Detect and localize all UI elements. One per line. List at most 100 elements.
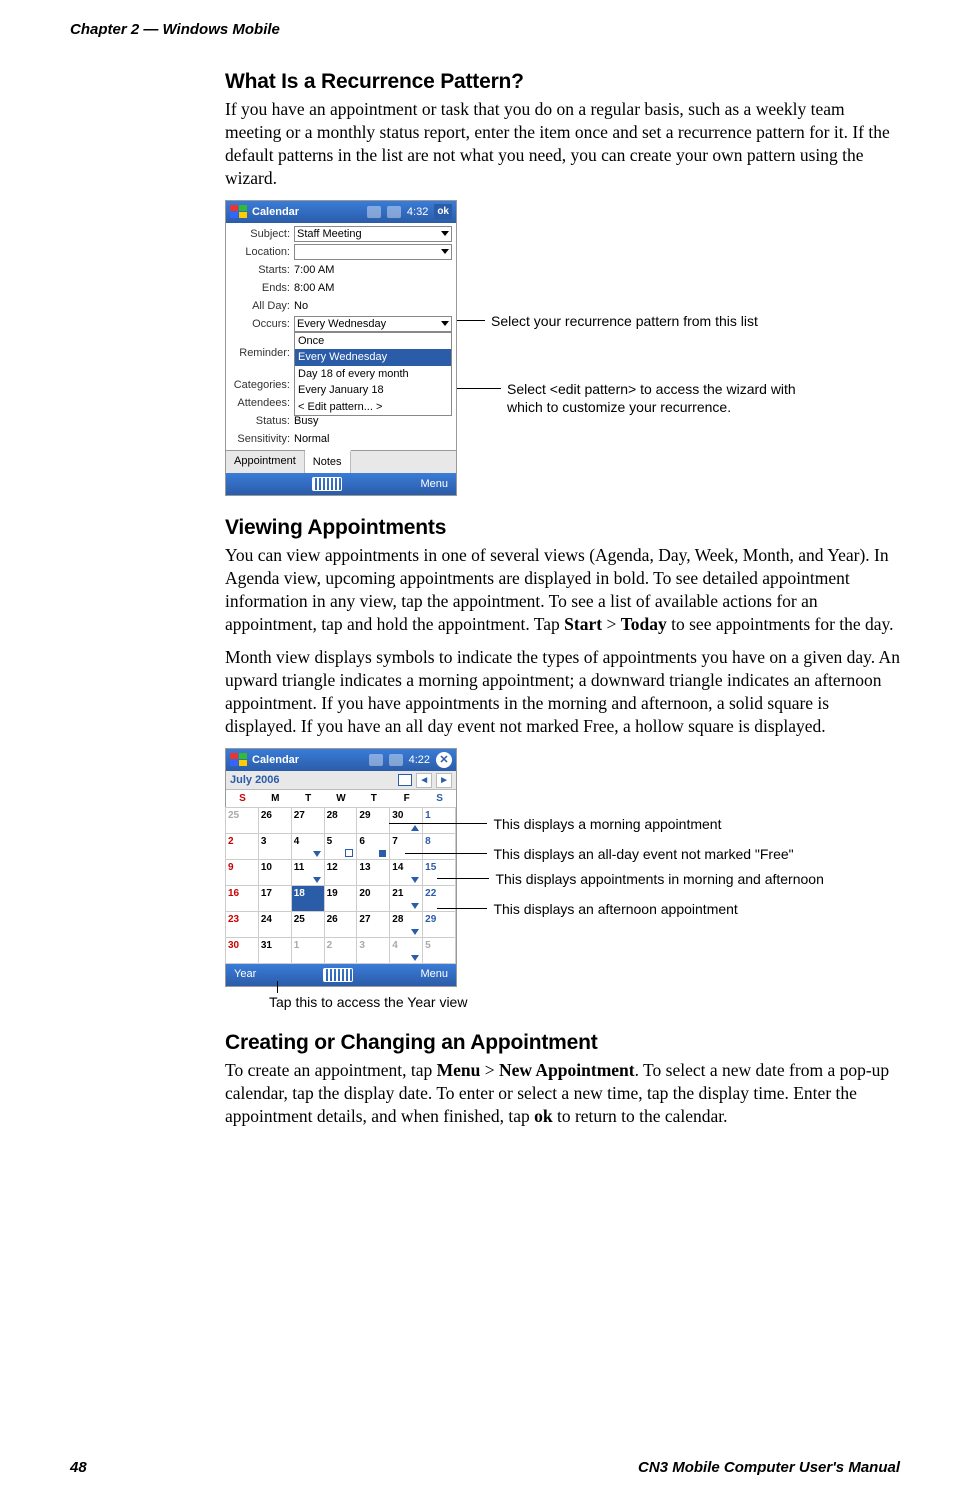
tab-appointment[interactable]: Appointment xyxy=(226,451,305,473)
day-cell[interactable]: 23 xyxy=(225,911,259,938)
signal-icon xyxy=(367,206,381,218)
day-cell[interactable]: 25 xyxy=(291,911,325,938)
field-allday[interactable]: No xyxy=(294,299,452,314)
year-softkey[interactable]: Year xyxy=(234,967,256,982)
day-cell[interactable]: 7 xyxy=(389,833,423,860)
afternoon-icon xyxy=(411,877,419,883)
field-location[interactable] xyxy=(294,244,452,260)
para-viewing-1: You can view appointments in one of seve… xyxy=(225,544,900,636)
day-cell[interactable]: 30 xyxy=(225,937,259,964)
day-cell[interactable]: 26 xyxy=(258,807,292,834)
day-cell[interactable]: 4 xyxy=(291,833,325,860)
keyboard-icon[interactable] xyxy=(323,968,353,982)
day-cell[interactable]: 31 xyxy=(258,937,292,964)
day-cell[interactable]: 11 xyxy=(291,859,325,886)
callout-allday: This displays an all-day event not marke… xyxy=(493,846,793,862)
dow-wed: W xyxy=(325,790,358,807)
day-cell[interactable]: 8 xyxy=(422,833,456,860)
day-cell[interactable]: 1 xyxy=(291,937,325,964)
heading-viewing: Viewing Appointments xyxy=(225,514,900,542)
tab-notes[interactable]: Notes xyxy=(305,450,351,473)
afternoon-icon xyxy=(313,851,321,857)
field-sensitivity[interactable]: Normal xyxy=(294,432,452,447)
keyboard-icon[interactable] xyxy=(312,477,342,491)
next-month-button[interactable]: ► xyxy=(436,773,452,788)
menu-softkey[interactable]: Menu xyxy=(420,967,448,982)
ok-button[interactable]: ok xyxy=(434,204,452,219)
day-cell[interactable]: 10 xyxy=(258,859,292,886)
day-cell[interactable]: 12 xyxy=(324,859,358,886)
chevron-down-icon xyxy=(441,249,449,254)
day-cell[interactable]: 20 xyxy=(356,885,390,912)
day-cell[interactable]: 5 xyxy=(324,833,358,860)
callout-year-view: Tap this to access the Year view xyxy=(269,994,467,1010)
day-cell[interactable]: 2 xyxy=(324,937,358,964)
label-occurs: Occurs: xyxy=(230,317,294,332)
day-cell[interactable]: 14 xyxy=(389,859,423,886)
heading-creating: Creating or Changing an Appointment xyxy=(225,1029,900,1057)
field-subject[interactable]: Staff Meeting xyxy=(294,226,452,242)
day-cell[interactable]: 3 xyxy=(258,833,292,860)
start-icon[interactable] xyxy=(230,753,248,767)
day-cell[interactable]: 27 xyxy=(356,911,390,938)
day-cell[interactable]: 30 xyxy=(389,807,423,834)
screenshot-calendar-form: Calendar 4:32 ok Subject:Staff Meeting L… xyxy=(225,200,457,496)
day-cell[interactable]: 25 xyxy=(225,807,259,834)
today-icon[interactable] xyxy=(398,774,412,786)
screenshot-calendar-month: Calendar 4:22 ✕ July 2006 ◄ ► xyxy=(225,748,457,986)
day-cell[interactable]: 6 xyxy=(356,833,390,860)
morning-icon xyxy=(411,825,419,831)
chevron-down-icon xyxy=(441,321,449,326)
day-cell[interactable]: 3 xyxy=(356,937,390,964)
volume-icon xyxy=(387,206,401,218)
allday-icon xyxy=(345,849,353,857)
field-occurs[interactable]: Every Wednesday xyxy=(294,316,452,332)
chevron-down-icon xyxy=(441,231,449,236)
day-cell[interactable]: 27 xyxy=(291,807,325,834)
volume-icon xyxy=(389,754,403,766)
afternoon-icon xyxy=(411,955,419,961)
day-cell[interactable]: 9 xyxy=(225,859,259,886)
label-location: Location: xyxy=(230,245,294,260)
label-subject: Subject: xyxy=(230,227,294,242)
dow-fri: F xyxy=(390,790,423,807)
dow-mon: M xyxy=(259,790,292,807)
day-cell[interactable]: 5 xyxy=(422,937,456,964)
para-creating: To create an appointment, tap Menu > New… xyxy=(225,1059,900,1128)
menu-softkey[interactable]: Menu xyxy=(420,477,448,492)
start-icon[interactable] xyxy=(230,205,248,219)
close-button[interactable]: ✕ xyxy=(436,752,452,768)
day-cell[interactable]: 4 xyxy=(389,937,423,964)
month-grid: S M T W T F S 25 26 27 28 29 30 1 2 3 xyxy=(226,790,456,963)
label-starts: Starts: xyxy=(230,263,294,278)
both-icon xyxy=(379,850,386,857)
day-cell[interactable]: 19 xyxy=(324,885,358,912)
afternoon-icon xyxy=(411,903,419,909)
day-cell[interactable]: 28 xyxy=(389,911,423,938)
prev-month-button[interactable]: ◄ xyxy=(416,773,432,788)
month-label[interactable]: July 2006 xyxy=(230,773,280,788)
day-cell[interactable]: 21 xyxy=(389,885,423,912)
titlebar: Calendar 4:22 ✕ xyxy=(226,749,456,771)
day-cell[interactable]: 17 xyxy=(258,885,292,912)
day-cell-today[interactable]: 18 xyxy=(291,885,325,912)
day-cell[interactable]: 13 xyxy=(356,859,390,886)
field-starts[interactable]: 7:00 AM xyxy=(294,263,452,278)
day-cell[interactable]: 26 xyxy=(324,911,358,938)
field-status[interactable]: Busy xyxy=(294,414,452,429)
dow-tue: T xyxy=(292,790,325,807)
label-reminder: Reminder: xyxy=(230,346,294,361)
titlebar: Calendar 4:32 ok xyxy=(226,201,456,223)
day-cell[interactable]: 29 xyxy=(356,807,390,834)
dow-sun: S xyxy=(226,790,259,807)
label-allday: All Day: xyxy=(230,299,294,314)
day-cell[interactable]: 1 xyxy=(422,807,456,834)
day-cell[interactable]: 24 xyxy=(258,911,292,938)
page-number: 48 xyxy=(70,1458,87,1478)
field-ends[interactable]: 8:00 AM xyxy=(294,281,452,296)
day-cell[interactable]: 28 xyxy=(324,807,358,834)
day-cell[interactable]: 2 xyxy=(225,833,259,860)
day-cell[interactable]: 16 xyxy=(225,885,259,912)
day-cell[interactable]: 15 xyxy=(422,859,456,886)
day-cell[interactable]: 29 xyxy=(422,911,456,938)
